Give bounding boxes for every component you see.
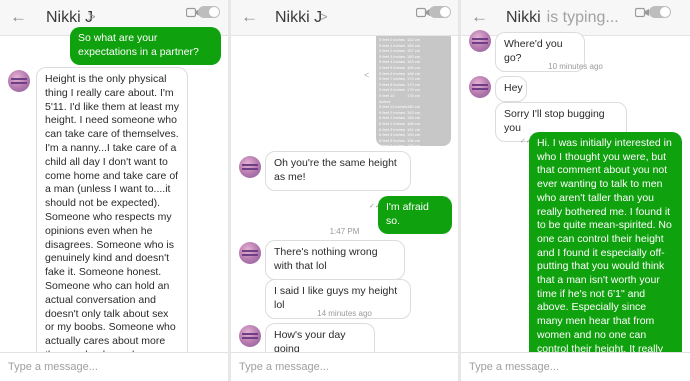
message-sent: So what are your expectations in a partn… [70,27,221,65]
video-camera-icon[interactable] [635,6,650,19]
video-toggle-icon[interactable] [649,6,671,18]
back-arrow-icon[interactable]: ← [10,7,27,27]
height-table-cell: 198 cm [407,143,421,146]
share-icon[interactable]: < [364,70,369,80]
message-input[interactable]: Type a message... [8,359,98,375]
chat-screen-2: ← Nikki J > < 5 feet 0 inches 152 cm 5 fee… [231,0,458,381]
message-composer[interactable]: Type a message... [461,352,690,381]
chat-header: ← Nikki is typing... [461,0,690,36]
avatar[interactable] [469,76,491,98]
typing-indicator: is typing... [546,9,619,26]
contact-name[interactable]: Nikki J [275,8,322,28]
height-table-row: 5 feet 10 inches 178 cm [376,93,451,104]
message-composer[interactable]: Type a message... [231,352,458,381]
timestamp: 1:47 PM [329,227,360,236]
height-table-cell: 5 feet 10 inches [379,92,395,104]
avatar[interactable] [239,156,261,178]
message-input[interactable]: Type a message... [469,359,559,375]
message-received: There's nothing wrong with that lol [265,240,405,280]
video-toggle-icon[interactable] [429,6,451,18]
chat-header: ← Nikki J > [231,0,458,36]
height-table-row: 6 feet 6 inches 198 cm [376,143,451,146]
message-received: Height is the only physical thing I real… [36,67,188,367]
message-sent: Hi. I was initially interested in who I … [529,132,682,375]
contact-header: Nikki is typing... [506,8,619,28]
chevron-right-icon[interactable]: > [320,9,328,24]
video-toggle-icon[interactable] [198,6,220,18]
height-table-cell: 178 cm [407,92,421,98]
height-table-cell: 6 feet 6 inches [379,143,406,146]
avatar[interactable] [469,30,491,52]
timestamp: 14 minutes ago [317,309,372,318]
chat-screen-1: ← Nikki J > So what are your expectation… [0,0,228,381]
message-received: Hey [495,76,527,102]
message-received: Oh you're the same height as me! [265,151,411,191]
height-chart-image[interactable]: 5 feet 0 inches 152 cm 5 feet 1 inches 155 … [376,36,451,146]
message-input[interactable]: Type a message... [239,359,329,375]
avatar[interactable] [239,325,261,347]
avatar[interactable] [239,242,261,264]
chat-screen-3: ← Nikki is typing... Where'd you go? 10 m… [461,0,690,381]
back-arrow-icon[interactable]: ← [471,7,488,27]
contact-name[interactable]: Nikki J [46,8,93,28]
chevron-right-icon[interactable]: > [88,9,96,24]
message-composer[interactable]: Type a message... [0,352,228,381]
contact-name[interactable]: Nikki [506,9,541,26]
back-arrow-icon[interactable]: ← [241,7,258,27]
avatar[interactable] [8,70,30,92]
timestamp: 10 minutes ago [548,62,603,71]
